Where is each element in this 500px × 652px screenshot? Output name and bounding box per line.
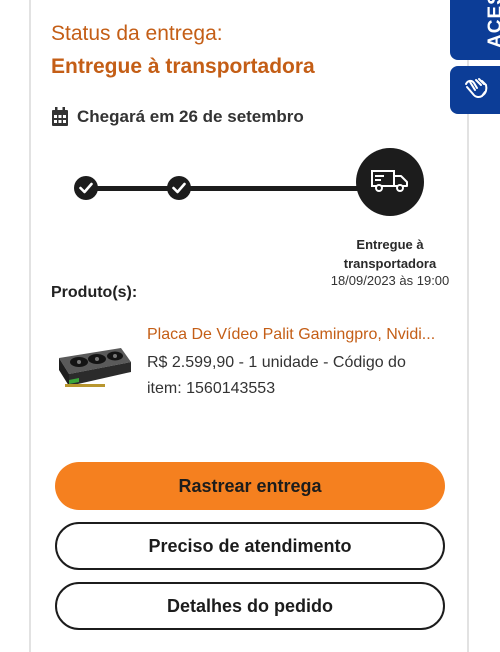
- check-icon: [172, 182, 186, 194]
- check-icon: [79, 182, 93, 194]
- timeline-current-date: 18/09/2023 às 19:00: [330, 273, 450, 288]
- truck-icon: [371, 170, 408, 192]
- products-label: Produto(s):: [51, 284, 138, 301]
- need-support-button[interactable]: Preciso de atendimento: [55, 522, 445, 570]
- status-value: Entregue à transportadora: [51, 55, 315, 78]
- calendar-icon: [52, 107, 68, 126]
- timeline-step-1: [74, 176, 98, 200]
- product-description: R$ 2.599,90 - 1 unidade - Código do item…: [147, 354, 406, 397]
- eta-text: Chegará em 26 de setembro: [77, 107, 304, 126]
- sign-language-button[interactable]: [450, 66, 500, 114]
- status-label: Status da entrega:: [51, 22, 223, 45]
- timeline-track: [86, 186, 391, 191]
- order-details-button[interactable]: Detalhes do pedido: [55, 582, 445, 630]
- graphics-card-image: [59, 348, 131, 387]
- track-delivery-button[interactable]: Rastrear entrega: [55, 462, 445, 510]
- eta-row: Chegará em 26 de setembro: [51, 107, 304, 127]
- product-title-link[interactable]: Placa De Vídeo Palit Gamingpro, Nvidi...: [147, 326, 435, 344]
- product-item[interactable]: Placa De Vídeo Palit Gamingpro, Nvidi...…: [55, 320, 455, 420]
- timeline-step-current: [356, 148, 424, 216]
- sign-language-icon: [465, 78, 488, 99]
- accessibility-tab-label[interactable]: ACESS: [485, 0, 500, 48]
- left-border: [29, 0, 31, 652]
- timeline-step-2: [167, 176, 191, 200]
- delivery-timeline: [0, 140, 500, 250]
- timeline-current-label: Entregue à transportadora: [343, 237, 437, 271]
